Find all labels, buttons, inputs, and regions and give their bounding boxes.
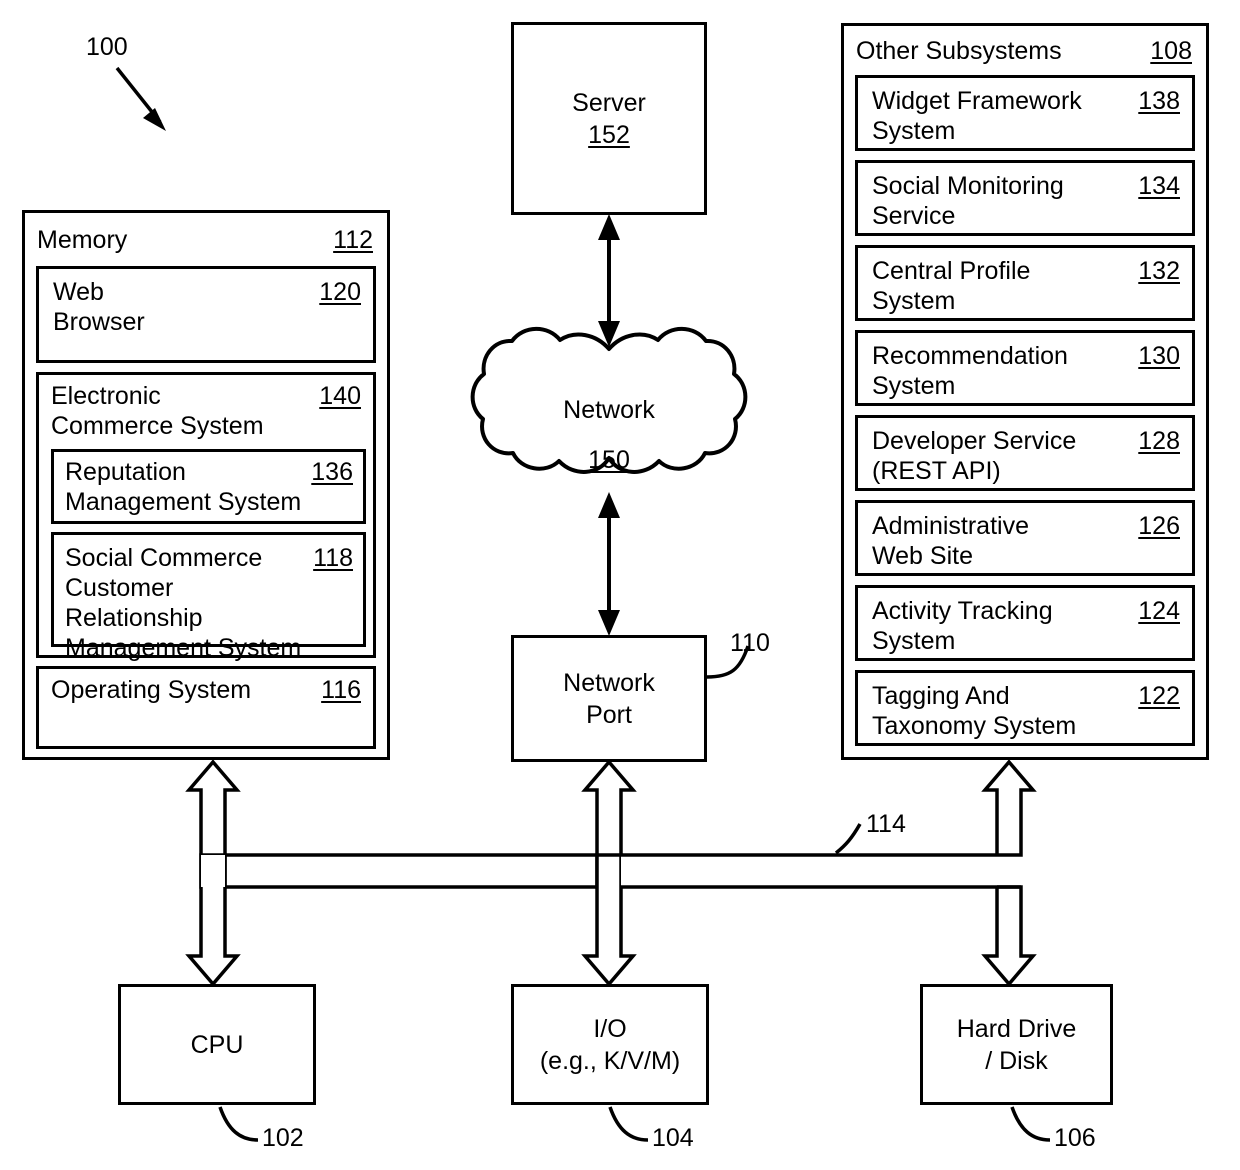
operating-system-label: Operating System [51,676,252,704]
web-browser-block: Web Browser 120 [36,266,376,363]
activity-tracking-system-block: Activity Tracking System 124 [855,585,1195,661]
central-profile-system-label: Central Profile System [872,257,1031,315]
social-monitoring-service-block: Social Monitoring Service 134 [855,160,1195,236]
developer-service-label: Developer Service (REST API) [872,427,1077,485]
cpu-label: CPU [190,1030,244,1059]
web-browser-label: Web Browser [53,278,145,336]
network-port-label: Network Port [563,668,655,729]
network-ref: 150 [588,446,630,474]
administrative-web-site-block: Administrative Web Site 126 [855,500,1195,576]
electronic-commerce-system-label: Electronic Commerce System [51,382,264,440]
widget-framework-system-label: Widget Framework System [872,87,1082,145]
social-commerce-crm-label: Social Commerce Customer Relationship Ma… [65,544,302,662]
widget-framework-system-block: Widget Framework System 138 [855,75,1195,151]
activity-tracking-system-label: Activity Tracking System [872,597,1053,655]
central-profile-system-block: Central Profile System 132 [855,245,1195,321]
developer-service-block: Developer Service (REST API) 128 [855,415,1195,491]
server-network-arrow [598,214,620,347]
io-ref: 104 [652,1124,694,1152]
server-label: Server [572,88,646,117]
reputation-management-system-block: Reputation Management System 136 [51,449,366,524]
bus-arrow-hard-drive [981,885,1037,987]
hard-drive-box: Hard Drive / Disk [920,984,1113,1105]
social-commerce-crm-ref: 118 [313,544,353,572]
social-monitoring-service-row: Social Monitoring Service 134 [872,171,1180,231]
operating-system-ref: 116 [321,676,361,704]
social-monitoring-service-label: Social Monitoring Service [872,172,1064,230]
cpu-box: CPU [118,984,316,1105]
social-commerce-crm-block: Social Commerce Customer Relationship Ma… [51,532,366,662]
tagging-taxonomy-system-block: Tagging And Taxonomy System 122 [855,670,1195,746]
electronic-commerce-system-ref: 140 [319,382,361,410]
other-subsystems-panel: Other Subsystems 108 Widget Framework Sy… [841,23,1209,760]
operating-system-row: Operating System 116 [51,675,361,705]
widget-framework-system-ref: 138 [1138,87,1180,115]
hard-drive-ref: 106 [1054,1124,1096,1152]
io-box: I/O (e.g., K/V/M) [511,984,709,1105]
network-port-arrow [598,492,620,636]
other-subsystems-label: Other Subsystems [856,37,1062,65]
network-label: Network [563,396,655,424]
memory-panel-ref: 112 [333,226,373,254]
figure-number: 100 [86,33,128,61]
social-commerce-crm-row: Social Commerce Customer Relationship Ma… [65,543,353,663]
leader-hard-drive [1010,1106,1051,1142]
other-subsystems-header: Other Subsystems 108 [856,36,1192,66]
network-cloud-text: Network 150 [509,394,709,476]
memory-panel-label: Memory [37,226,128,254]
web-browser-ref: 120 [319,278,361,306]
io-label: I/O (e.g., K/V/M) [539,1014,681,1075]
recommendation-system-label: Recommendation System [872,342,1068,400]
figure-canvas: 100 Memory 112 Web Browser 120 Electroni… [0,0,1240,1170]
server-box: Server 152 [511,22,707,215]
social-monitoring-service-ref: 134 [1138,172,1180,200]
recommendation-system-row: Recommendation System 130 [872,341,1180,401]
network-port-ref: 110 [730,629,770,657]
activity-tracking-system-row: Activity Tracking System 124 [872,596,1180,656]
network-port-box: Network Port [511,635,707,762]
reputation-management-system-label: Reputation Management System [65,458,302,516]
central-profile-system-row: Central Profile System 132 [872,256,1180,316]
server-ref: 152 [588,120,630,149]
activity-tracking-system-ref: 124 [1138,597,1180,625]
administrative-web-site-ref: 126 [1138,512,1180,540]
reputation-management-system-ref: 136 [311,458,353,486]
cpu-ref: 102 [262,1124,304,1152]
administrative-web-site-label: Administrative Web Site [872,512,1029,570]
developer-service-ref: 128 [1138,427,1180,455]
memory-panel-header: Memory 112 [37,225,373,255]
tagging-taxonomy-system-row: Tagging And Taxonomy System 122 [872,681,1180,741]
figure-leader-arrow [115,66,166,131]
operating-system-block: Operating System 116 [36,666,376,749]
web-browser-row: Web Browser 120 [53,277,361,337]
other-subsystems-ref: 108 [1150,37,1192,65]
hard-drive-label: Hard Drive / Disk [956,1014,1077,1075]
central-profile-system-ref: 132 [1138,257,1180,285]
widget-framework-system-row: Widget Framework System 138 [872,86,1180,146]
tagging-taxonomy-system-ref: 122 [1138,682,1180,710]
electronic-commerce-system-block: Electronic Commerce System 140 Reputatio… [36,372,376,662]
memory-panel: Memory 112 Web Browser 120 Electronic Co… [22,210,390,760]
developer-service-row: Developer Service (REST API) 128 [872,426,1180,486]
leader-io [608,1106,649,1142]
electronic-commerce-system-row: Electronic Commerce System 140 [51,381,361,441]
bus-ref: 114 [866,810,906,838]
reputation-management-system-row: Reputation Management System 136 [65,457,353,517]
leader-cpu [218,1106,259,1142]
administrative-web-site-row: Administrative Web Site 126 [872,511,1180,571]
recommendation-system-ref: 130 [1138,342,1180,370]
leader-bus [834,823,862,855]
recommendation-system-block: Recommendation System 130 [855,330,1195,406]
bus-arrow-subsystems [981,759,1037,857]
tagging-taxonomy-system-label: Tagging And Taxonomy System [872,682,1077,740]
